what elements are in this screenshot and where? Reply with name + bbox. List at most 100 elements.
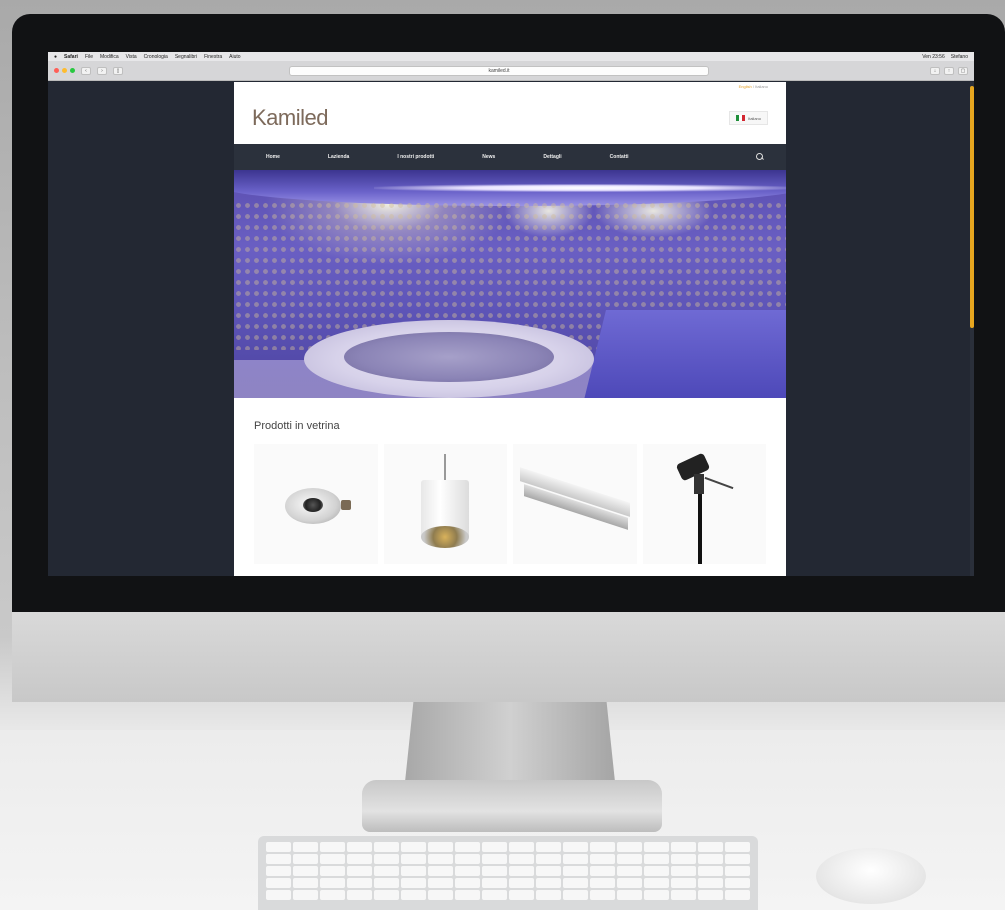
download-icon[interactable]: ↓	[930, 66, 940, 75]
language-selector[interactable]: Italiano	[729, 111, 768, 125]
language-link-italiano[interactable]: Italiano	[755, 84, 768, 89]
keyboard-key	[725, 878, 750, 888]
product-card-pendant[interactable]	[383, 444, 507, 564]
share-icon[interactable]: ↑	[944, 66, 954, 75]
keyboard-key	[644, 842, 669, 852]
menu-item-cronologia[interactable]: Cronologia	[144, 54, 168, 60]
forward-button[interactable]: ›	[97, 66, 107, 75]
product-card-downlight[interactable]	[254, 444, 378, 564]
clock-label[interactable]: Ven 23:56	[922, 54, 945, 60]
language-topbar: English / Italiano	[234, 82, 786, 92]
keyboard-key	[401, 842, 426, 852]
keyboard-key	[590, 890, 615, 900]
keyboard-key	[455, 854, 480, 864]
product-card-profile[interactable]	[513, 444, 637, 564]
keyboard-key	[455, 866, 480, 876]
keyboard-key	[590, 854, 615, 864]
nav-item-azienda[interactable]: Lazienda	[328, 154, 349, 160]
page-scrollbar[interactable]	[970, 82, 974, 576]
nav-item-news[interactable]: News	[482, 154, 495, 160]
monitor-stand	[405, 702, 615, 782]
garden-spot-product-icon	[664, 444, 744, 564]
keyboard-key	[293, 866, 318, 876]
menu-item-modifica[interactable]: Modifica	[100, 54, 119, 60]
keyboard-key	[536, 842, 561, 852]
main-nav: Home Lazienda I nostri prodotti News Det…	[234, 144, 786, 170]
menu-item-file[interactable]: File	[85, 54, 93, 60]
keyboard-key	[617, 854, 642, 864]
downlight-product-icon	[279, 482, 353, 526]
keyboard-key	[266, 890, 291, 900]
keyboard-key	[293, 842, 318, 852]
keyboard-key	[644, 854, 669, 864]
keyboard-key	[644, 890, 669, 900]
keyboard-key	[482, 866, 507, 876]
user-label[interactable]: Stefano	[951, 54, 968, 60]
keyboard-key	[374, 842, 399, 852]
keyboard-key	[644, 878, 669, 888]
keyboard-key	[401, 854, 426, 864]
menu-item-segnalibri[interactable]: Segnalibri	[175, 54, 197, 60]
keyboard-key	[401, 878, 426, 888]
keyboard-key	[347, 842, 372, 852]
hero-image-spa	[234, 170, 786, 398]
keyboard-key	[563, 842, 588, 852]
keyboard-key	[428, 866, 453, 876]
window-controls	[54, 68, 75, 73]
tabs-icon[interactable]: ▢	[958, 66, 968, 75]
keyboard-key	[671, 866, 696, 876]
keyboard-key	[563, 890, 588, 900]
keyboard-key	[482, 878, 507, 888]
keyboard-key	[482, 842, 507, 852]
keyboard-key	[347, 878, 372, 888]
keyboard-key	[266, 878, 291, 888]
apple-icon[interactable]: ●	[54, 54, 57, 60]
menu-item-finestra[interactable]: Finestra	[204, 54, 222, 60]
toolbar-right: ↓ ↑ ▢	[930, 66, 968, 75]
hero-ceiling-light	[374, 184, 786, 192]
scrollbar-thumb[interactable]	[970, 86, 974, 328]
keyboard-key	[401, 890, 426, 900]
menu-item-vista[interactable]: Vista	[126, 54, 137, 60]
keyboard-key	[455, 890, 480, 900]
site-logo[interactable]: Kamiled	[252, 105, 328, 131]
search-icon[interactable]	[756, 153, 764, 161]
back-button[interactable]: ‹	[81, 66, 91, 75]
showcase-title: Prodotti in vetrina	[254, 420, 340, 432]
keyboard-key	[536, 854, 561, 864]
keyboard-key	[617, 866, 642, 876]
nav-item-prodotti[interactable]: I nostri prodotti	[397, 154, 434, 160]
keyboard-key	[455, 878, 480, 888]
keyboard-key	[536, 890, 561, 900]
product-card-spot[interactable]	[642, 444, 766, 564]
monitor-stand-base	[362, 780, 662, 832]
language-link-english[interactable]: English	[739, 84, 752, 89]
keyboard-key	[644, 866, 669, 876]
keyboard-key	[698, 878, 723, 888]
menubar-status: Ven 23:56 Stefano	[922, 54, 968, 60]
address-bar-url: kamiled.it	[488, 67, 510, 74]
keyboard-key	[347, 866, 372, 876]
keyboard-key	[266, 866, 291, 876]
nav-item-contatti[interactable]: Contatti	[610, 154, 629, 160]
sidebar-icon[interactable]: ▯	[113, 66, 123, 75]
pendant-product-icon	[415, 454, 475, 554]
address-bar[interactable]: kamiled.it	[289, 65, 709, 76]
menu-item-safari[interactable]: Safari	[64, 54, 78, 60]
nav-item-home[interactable]: Home	[266, 154, 280, 160]
minimize-window-icon[interactable]	[62, 68, 67, 73]
nav-item-dettagli[interactable]: Dettagli	[543, 154, 561, 160]
menu-item-aiuto[interactable]: Aiuto	[229, 54, 240, 60]
close-window-icon[interactable]	[54, 68, 59, 73]
keyboard-key	[374, 890, 399, 900]
keyboard-key	[320, 890, 345, 900]
hero-pool	[584, 310, 786, 398]
keyboard-key	[698, 866, 723, 876]
keyboard-key	[509, 878, 534, 888]
browser-toolbar: ‹ › ▯ kamiled.it ↓ ↑ ▢	[48, 61, 974, 81]
keyboard-key	[509, 866, 534, 876]
keyboard-key	[590, 866, 615, 876]
zoom-window-icon[interactable]	[70, 68, 75, 73]
keyboard-key	[617, 842, 642, 852]
keyboard-key	[725, 866, 750, 876]
